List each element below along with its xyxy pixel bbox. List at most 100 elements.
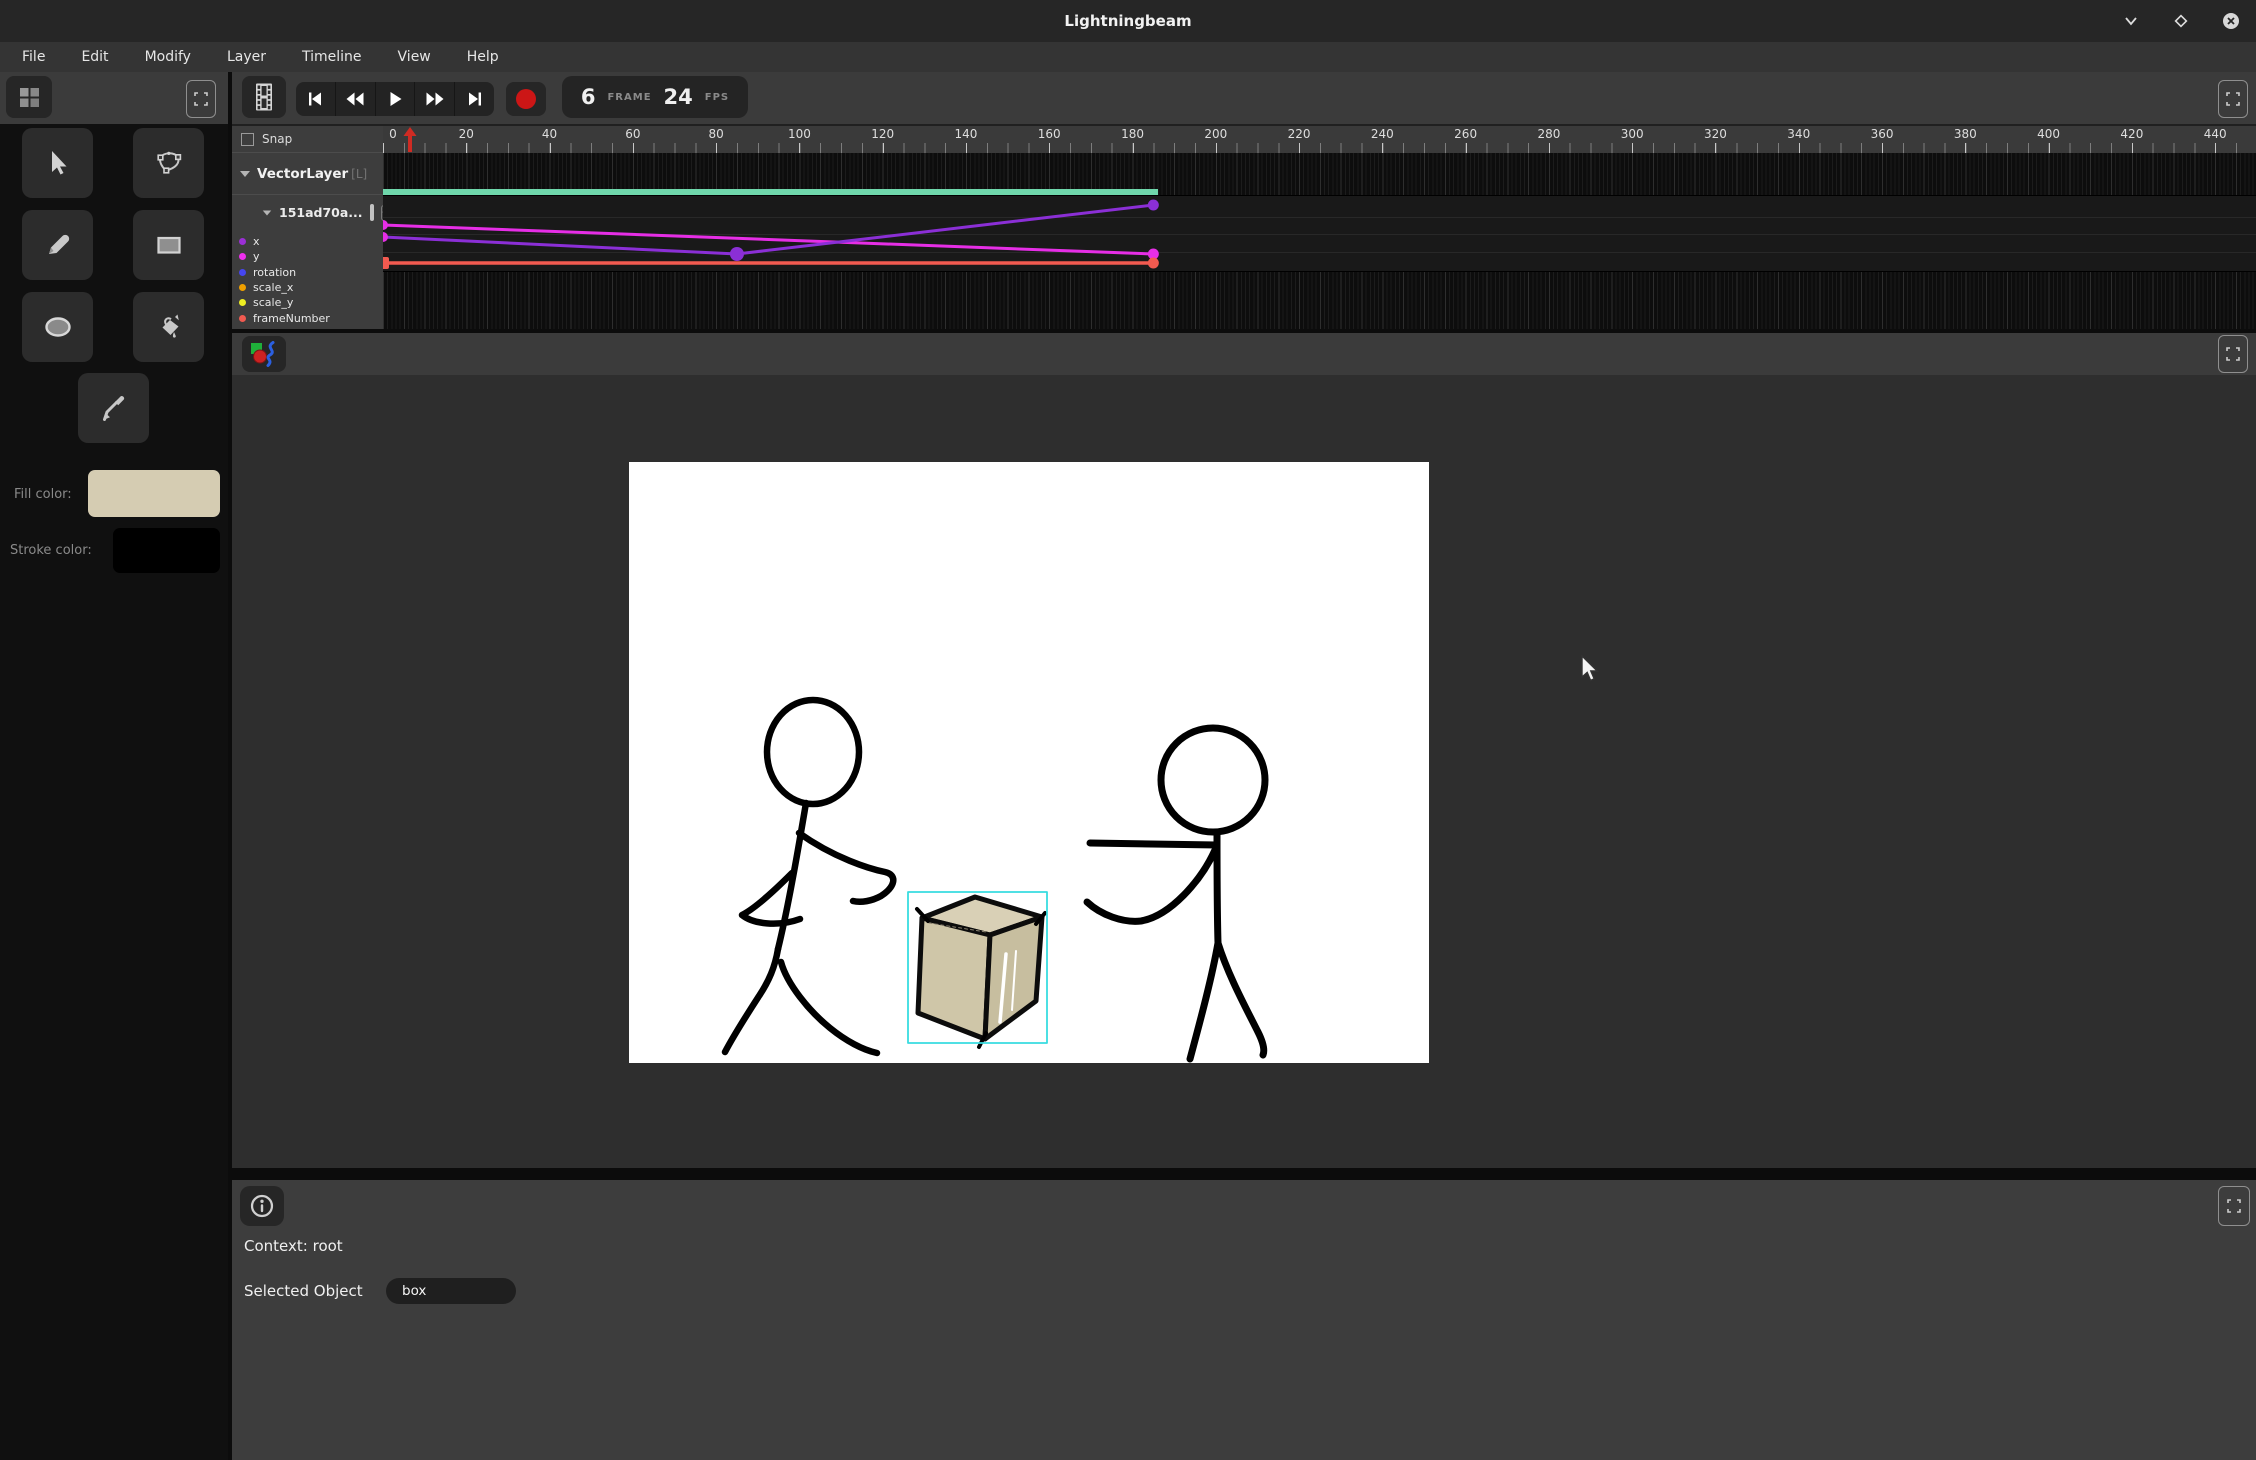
- close-button[interactable]: [2220, 10, 2242, 32]
- expand-icon: [194, 92, 208, 106]
- fast-forward-button[interactable]: [415, 82, 455, 116]
- collapse-triangle-icon[interactable]: [240, 171, 250, 177]
- property-row[interactable]: y: [232, 249, 383, 264]
- ruler-label: 360: [1866, 127, 1898, 141]
- stroke-color-swatch[interactable]: [113, 528, 220, 573]
- property-label: y: [253, 250, 260, 263]
- expand-icon: [2227, 1199, 2241, 1213]
- transform-tool-button[interactable]: [133, 128, 204, 198]
- maximize-button[interactable]: [2170, 10, 2192, 32]
- frame-fps-display: 6 FRAME 24 FPS: [562, 76, 748, 118]
- menu-view[interactable]: View: [394, 47, 435, 67]
- timeline-ruler[interactable]: 0204060801001201401601802002202402602803…: [383, 126, 2256, 153]
- collapse-triangle-icon[interactable]: [263, 210, 272, 215]
- ruler-major-tick: [716, 143, 717, 153]
- menu-help[interactable]: Help: [463, 47, 503, 67]
- ellipse-tool-button[interactable]: [22, 292, 93, 362]
- play-icon: [386, 90, 404, 108]
- ruler-label: 240: [1366, 127, 1398, 141]
- paint-bucket-tool-button[interactable]: [133, 292, 204, 362]
- ruler-major-tick: [1133, 143, 1134, 153]
- timeline-frames-area[interactable]: 0204060801001201401601802002202402602803…: [383, 126, 2256, 329]
- skip-to-end-button[interactable]: [455, 82, 494, 116]
- context-line: Context: root: [244, 1237, 343, 1255]
- snap-row: Snap: [232, 126, 383, 153]
- expand-timeline-button[interactable]: [2218, 80, 2248, 118]
- property-row[interactable]: scale_y: [232, 295, 383, 310]
- eyedropper-tool-button[interactable]: [78, 373, 149, 443]
- menu-edit[interactable]: Edit: [77, 47, 112, 67]
- chevron-down-icon: [2123, 13, 2139, 29]
- ruler-major-tick: [1965, 143, 1966, 153]
- property-list: xy rotationscale_xscale_yframeNumber: [232, 234, 383, 326]
- frame-cells-track[interactable]: [383, 272, 2256, 329]
- context-label: Context:: [244, 1237, 308, 1255]
- selected-object-field[interactable]: box: [386, 1278, 516, 1304]
- ruler-major-tick: [1382, 143, 1383, 153]
- minimize-button[interactable]: [2120, 10, 2142, 32]
- ruler-major-tick: [1466, 143, 1467, 153]
- property-color-dot: [239, 299, 246, 306]
- grid-icon: [19, 87, 40, 108]
- info-button[interactable]: [240, 1186, 284, 1226]
- timeline-mode-button[interactable]: [242, 76, 286, 118]
- fill-color-swatch[interactable]: [88, 470, 220, 517]
- layer-row[interactable]: VectorLayer [L]: [232, 153, 383, 195]
- playhead[interactable]: [402, 127, 418, 156]
- fps-label: FPS: [705, 92, 729, 103]
- rectangle-tool-button[interactable]: [133, 210, 204, 280]
- menu-modify[interactable]: Modify: [141, 47, 195, 67]
- select-tool-button[interactable]: [22, 128, 93, 198]
- inspector-panel: Context: root Selected Object box: [232, 1180, 2256, 1460]
- ruler-major-tick: [1299, 143, 1300, 153]
- menu-layer[interactable]: Layer: [223, 47, 270, 67]
- ruler-major-tick: [550, 143, 551, 153]
- frame-number-value[interactable]: 6: [581, 85, 596, 109]
- property-row[interactable]: frameNumber: [232, 310, 383, 325]
- expand-tools-button[interactable]: [186, 80, 216, 118]
- record-button[interactable]: [506, 82, 546, 116]
- property-row[interactable]: scale_x: [232, 280, 383, 295]
- skip-to-start-button[interactable]: [296, 82, 336, 116]
- timeline-panel: Snap VectorLayer [L] 151ad70a... ~ xy rot…: [232, 124, 2256, 327]
- ruler-major-tick: [1216, 143, 1217, 153]
- film-strip-icon: [254, 83, 274, 111]
- panel-grid-button[interactable]: [6, 76, 52, 118]
- menu-timeline[interactable]: Timeline: [298, 47, 366, 67]
- expand-icon: [2226, 347, 2240, 361]
- stage-mode-button[interactable]: [242, 336, 286, 372]
- expand-icon: [2226, 92, 2240, 106]
- property-label: scale_y: [253, 296, 293, 309]
- layer-name[interactable]: VectorLayer: [257, 166, 348, 182]
- ruler-major-tick: [1632, 143, 1633, 153]
- ruler-label: 200: [1200, 127, 1232, 141]
- property-color-dot: [239, 238, 246, 245]
- ruler-label: 280: [1533, 127, 1565, 141]
- menu-file[interactable]: File: [18, 47, 49, 67]
- expand-stage-button[interactable]: [2218, 335, 2248, 373]
- rewind-button[interactable]: [336, 82, 376, 116]
- sublayer-row[interactable]: 151ad70a... ~: [232, 195, 383, 230]
- fps-value[interactable]: 24: [664, 85, 693, 109]
- sublayer-name[interactable]: 151ad70a...: [279, 205, 363, 220]
- title-bar: Lightningbeam: [0, 0, 2256, 42]
- frame-label: FRAME: [607, 92, 651, 103]
- property-row[interactable]: rotation: [232, 265, 383, 280]
- ruler-major-tick: [633, 143, 634, 153]
- info-icon: [249, 1193, 275, 1219]
- stage-panel: [232, 333, 2256, 1168]
- rewind-icon: [344, 90, 366, 108]
- ruler-label: 340: [1783, 127, 1815, 141]
- ruler-major-tick: [2215, 143, 2216, 153]
- play-button[interactable]: [376, 82, 416, 116]
- property-row[interactable]: x: [232, 234, 383, 249]
- snap-checkbox[interactable]: [241, 133, 254, 146]
- drawing-canvas[interactable]: [629, 462, 1429, 1063]
- expand-inspector-button[interactable]: [2218, 1186, 2250, 1226]
- layer-visibility-toggle[interactable]: [370, 204, 374, 221]
- ruler-major-tick: [966, 143, 967, 153]
- curve-editor-area[interactable]: [383, 195, 2256, 272]
- pencil-tool-button[interactable]: [22, 210, 93, 280]
- ruler-label: 160: [1033, 127, 1065, 141]
- ruler-label: 300: [1616, 127, 1648, 141]
